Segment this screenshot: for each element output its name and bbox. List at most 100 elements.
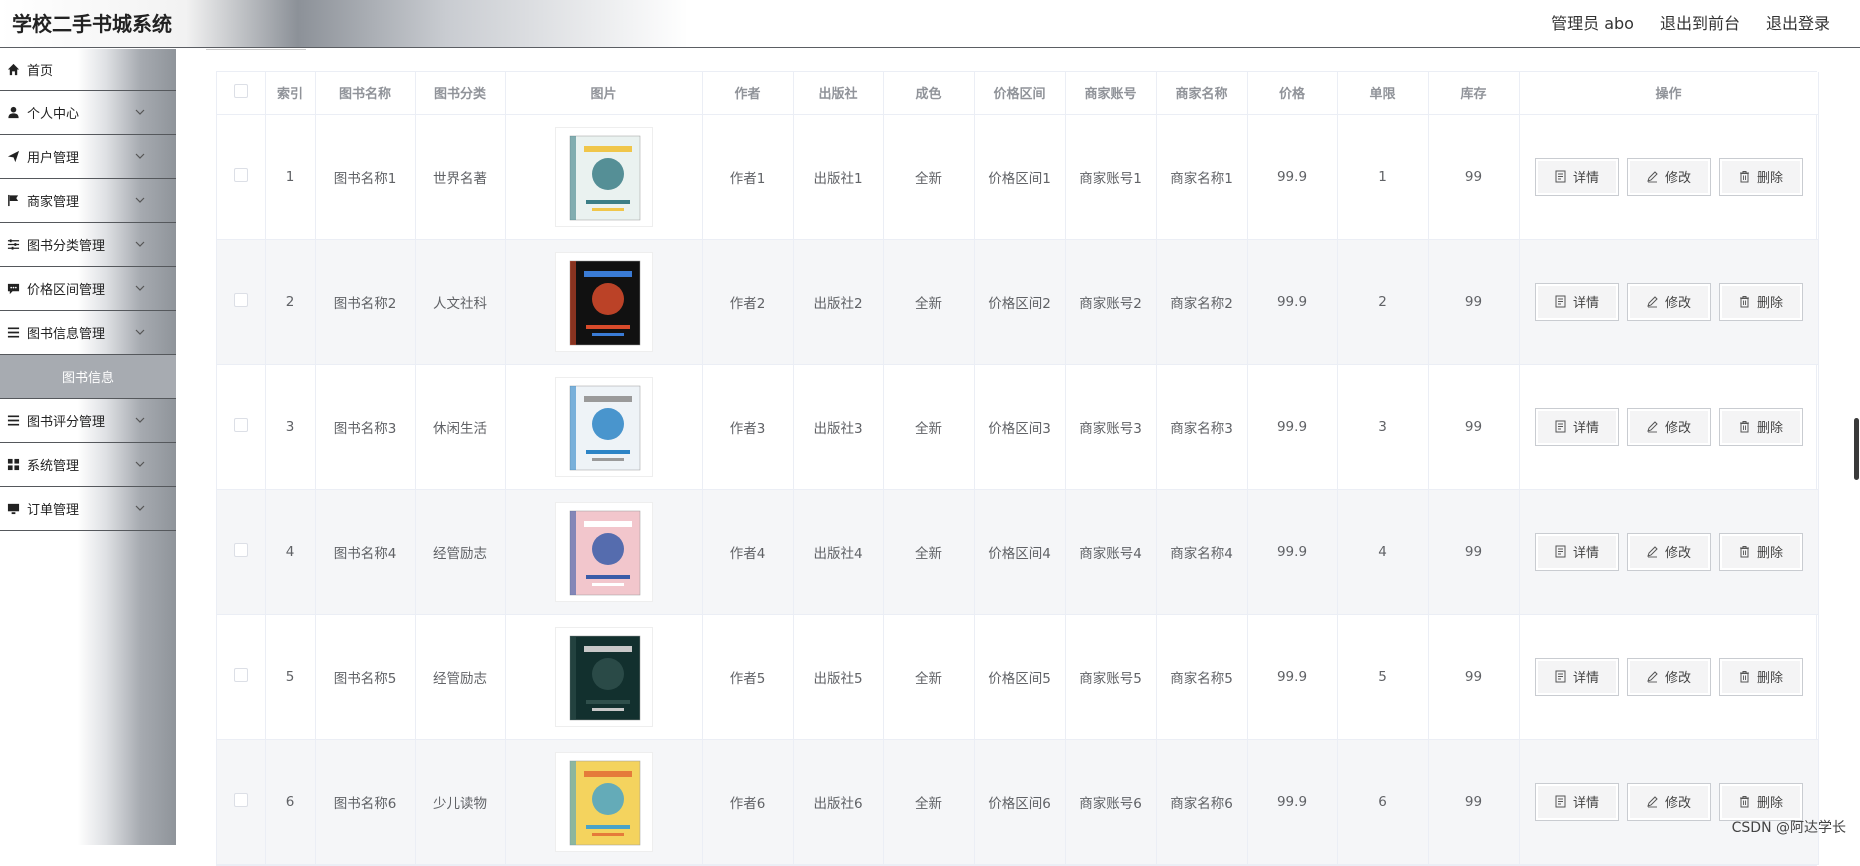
cell-publisher: 出版社6	[793, 739, 883, 864]
detail-button-label: 详情	[1573, 792, 1599, 811]
chevron-down-icon	[134, 458, 146, 470]
cell-category: 休闲生活	[415, 364, 505, 489]
cell-actions: 详情 修改 删除	[1519, 489, 1818, 614]
sidebar-item-rating-management[interactable]: 图书评分管理	[0, 399, 176, 443]
scrollbar-thumb[interactable]	[1854, 418, 1859, 480]
cell-publisher: 出版社2	[793, 239, 883, 364]
row-checkbox[interactable]	[217, 614, 265, 739]
cell-price: 99.9	[1247, 489, 1337, 614]
cell-image	[505, 364, 702, 489]
sidebar-item-order-management[interactable]: 订单管理	[0, 487, 176, 531]
detail-button[interactable]: 详情	[1535, 283, 1619, 321]
detail-button[interactable]: 详情	[1535, 783, 1619, 821]
cell-merchant-account: 商家账号6	[1065, 739, 1156, 864]
edit-icon	[1646, 295, 1659, 308]
detail-button[interactable]: 详情	[1535, 408, 1619, 446]
delete-button-label: 删除	[1757, 167, 1783, 186]
main-content: 索引 图书名称 图书分类 图片 作者 出版社 成色 价格区间 商家账号 商家名称…	[176, 49, 1860, 845]
detail-button[interactable]: 详情	[1535, 658, 1619, 696]
cell-price-range: 价格区间2	[974, 239, 1065, 364]
sidebar-item-personal-center[interactable]: 个人中心	[0, 91, 176, 135]
edit-button[interactable]: 修改	[1627, 783, 1711, 821]
cell-actions: 详情 修改 删除	[1519, 114, 1818, 239]
row-checkbox[interactable]	[217, 739, 265, 864]
cell-author: 作者3	[702, 364, 793, 489]
delete-button[interactable]: 删除	[1719, 783, 1803, 821]
sidebar-item-home[interactable]: 首页	[0, 49, 176, 91]
cell-condition: 全新	[883, 614, 974, 739]
grid-icon	[6, 458, 20, 472]
cell-category: 经管励志	[415, 489, 505, 614]
cell-limit: 5	[1337, 614, 1428, 739]
delete-button[interactable]: 删除	[1719, 283, 1803, 321]
edit-button-label: 修改	[1665, 542, 1691, 561]
edit-button[interactable]: 修改	[1627, 533, 1711, 571]
cell-category: 人文社科	[415, 239, 505, 364]
home-icon	[6, 63, 20, 77]
cell-merchant-name: 商家名称5	[1156, 614, 1247, 739]
detail-button-label: 详情	[1573, 542, 1599, 561]
sidebar-item-book-info-management[interactable]: 图书信息管理	[0, 311, 176, 355]
edit-button[interactable]: 修改	[1627, 158, 1711, 196]
header-actions: 管理员 abo 退出到前台 退出登录	[1551, 10, 1830, 34]
cell-index: 3	[265, 364, 315, 489]
logout-link[interactable]: 退出登录	[1766, 10, 1830, 34]
col-header-limit: 单限	[1337, 72, 1428, 114]
edit-icon	[1646, 670, 1659, 683]
row-checkbox[interactable]	[217, 239, 265, 364]
delete-button[interactable]: 删除	[1719, 533, 1803, 571]
edit-button-label: 修改	[1665, 667, 1691, 686]
cell-name: 图书名称4	[315, 489, 415, 614]
edit-button[interactable]: 修改	[1627, 283, 1711, 321]
cell-actions: 详情 修改 删除	[1519, 614, 1818, 739]
delete-button[interactable]: 删除	[1719, 658, 1803, 696]
list-icon	[6, 326, 20, 340]
sidebar-item-system-management[interactable]: 系统管理	[0, 443, 176, 487]
flag-icon	[6, 194, 20, 208]
cell-publisher: 出版社1	[793, 114, 883, 239]
cell-merchant-name: 商家名称6	[1156, 739, 1247, 864]
cell-author: 作者2	[702, 239, 793, 364]
chevron-down-icon	[134, 414, 146, 426]
sidebar-item-label: 个人中心	[27, 103, 79, 122]
cell-merchant-account: 商家账号4	[1065, 489, 1156, 614]
select-all-checkbox[interactable]	[217, 72, 265, 114]
cell-index: 1	[265, 114, 315, 239]
delete-button[interactable]: 删除	[1719, 408, 1803, 446]
row-checkbox[interactable]	[217, 489, 265, 614]
sidebar-item-label: 图书信息管理	[27, 323, 105, 342]
chevron-down-icon	[134, 502, 146, 514]
detail-button[interactable]: 详情	[1535, 158, 1619, 196]
cell-image	[505, 614, 702, 739]
row-checkbox[interactable]	[217, 364, 265, 489]
cell-category: 世界名著	[415, 114, 505, 239]
edit-button[interactable]: 修改	[1627, 658, 1711, 696]
edit-button[interactable]: 修改	[1627, 408, 1711, 446]
send-icon	[6, 150, 20, 164]
chevron-down-icon	[134, 150, 146, 162]
back-to-front-link[interactable]: 退出到前台	[1660, 10, 1740, 34]
document-icon	[1554, 420, 1567, 433]
document-icon	[1554, 295, 1567, 308]
cell-price: 99.9	[1247, 114, 1337, 239]
book-table: 索引 图书名称 图书分类 图片 作者 出版社 成色 价格区间 商家账号 商家名称…	[216, 71, 1817, 866]
user-icon	[6, 106, 20, 120]
row-checkbox[interactable]	[217, 114, 265, 239]
sidebar-item-price-range-management[interactable]: 价格区间管理	[0, 267, 176, 311]
document-icon	[1554, 545, 1567, 558]
detail-button[interactable]: 详情	[1535, 533, 1619, 571]
delete-button[interactable]: 删除	[1719, 158, 1803, 196]
sidebar-item-label: 用户管理	[27, 147, 79, 166]
cell-publisher: 出版社5	[793, 614, 883, 739]
sidebar-item-merchant-management[interactable]: 商家管理	[0, 179, 176, 223]
col-header-stock: 库存	[1428, 72, 1519, 114]
cell-index: 6	[265, 739, 315, 864]
cell-condition: 全新	[883, 114, 974, 239]
cell-actions: 详情 修改 删除	[1519, 239, 1818, 364]
cell-index: 4	[265, 489, 315, 614]
watermark: CSDN @阿达学长	[1732, 817, 1846, 837]
sidebar-subitem-book-info[interactable]: 图书信息	[0, 355, 176, 399]
sidebar-item-user-management[interactable]: 用户管理	[0, 135, 176, 179]
sidebar-item-category-management[interactable]: 图书分类管理	[0, 223, 176, 267]
cell-image	[505, 739, 702, 864]
